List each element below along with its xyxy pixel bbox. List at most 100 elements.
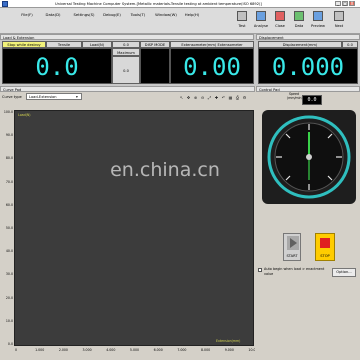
y-tick-label: 30.0 <box>5 272 13 277</box>
extensometer-unit-label: Extensometer(mm) <box>181 43 217 47</box>
data-icon <box>294 11 304 21</box>
chevron-down-icon: ▾ <box>76 95 78 99</box>
watermark: en.china.cn <box>110 159 220 181</box>
marker-icon[interactable]: ✚ <box>214 95 219 100</box>
load-unit-label: Load(N) <box>82 41 112 48</box>
stop-label: STOP <box>320 254 330 258</box>
close-button[interactable]: X <box>349 1 355 6</box>
displacement-unit-label: Displacement(mm) <box>258 41 342 48</box>
speed-value: 0.0 <box>307 97 317 103</box>
curve-type-label: Curve type <box>2 95 22 99</box>
load-value: 0.0 <box>35 53 79 81</box>
y-tick-label: 40.0 <box>5 249 13 254</box>
menu-file[interactable]: File(F) <box>18 10 36 20</box>
toolbar-analyse-button[interactable]: Analyse <box>252 10 270 32</box>
toolbar-test-button[interactable]: Test <box>233 10 251 32</box>
close-doc-icon <box>275 11 285 21</box>
displacement-value: 0.000 <box>271 53 345 81</box>
zoom-fit-icon[interactable]: ⤢ <box>207 95 212 100</box>
start-label: START <box>286 254 298 258</box>
stop-icon <box>320 238 330 248</box>
y-tick-label: 20.0 <box>5 295 13 300</box>
x-tick-label: 5.000 <box>129 348 140 352</box>
x-tick-label: 0 <box>14 348 18 352</box>
maximum-label: Maximum <box>112 48 140 56</box>
y-tick-label: 50.0 <box>5 226 13 230</box>
y-tick-label: 90.0 <box>5 133 13 138</box>
zoom-out-icon[interactable]: ⊖ <box>200 95 205 100</box>
displacement-display: 0.000 <box>258 48 358 84</box>
minimize-button[interactable]: _ <box>335 1 341 6</box>
stop-button[interactable]: STOP <box>315 233 335 261</box>
next-icon <box>334 11 344 21</box>
y-tick-label: 70.0 <box>5 179 13 184</box>
test-icon <box>237 11 247 21</box>
speed-display[interactable]: 0.0 <box>302 95 322 105</box>
print-icon[interactable]: ⎙ <box>235 95 240 100</box>
toolbar-data-label: Data <box>294 24 304 28</box>
toolbar-close-label: Close <box>275 24 285 28</box>
x-tick-label: 9.000 <box>224 348 234 352</box>
x-axis-label: Extension(mm) <box>216 339 241 343</box>
start-button[interactable]: START <box>283 233 301 261</box>
toolbar-close-button[interactable]: Close <box>271 10 289 32</box>
toolbar-analyse-label: Analyse <box>253 24 269 28</box>
load-zero-value[interactable]: 0.0 <box>112 41 140 48</box>
menu-debug[interactable]: Debug(E) <box>100 10 124 20</box>
menu-tools[interactable]: Tools(T) <box>128 10 148 20</box>
window-title: Universal Testing Machine Computer Syste… <box>55 2 262 6</box>
curve-type-select[interactable]: Load-Extension ▾ <box>26 93 82 100</box>
extension-value: 0.00 <box>183 53 241 81</box>
disp-mode-label[interactable]: DISP MODE <box>140 41 170 48</box>
disp-mode-display <box>140 48 170 84</box>
curve-type-value: Load-Extension <box>29 95 57 99</box>
cursor-icon[interactable]: ↖ <box>179 95 184 100</box>
dial-panel <box>262 110 356 204</box>
x-tick-label: 2.000 <box>58 348 68 352</box>
extension-display: 0.00 <box>170 48 254 84</box>
extensometer-label: Extensometer(mm) Extensometer <box>170 41 254 48</box>
preview-icon <box>313 11 323 21</box>
speed-dial-icon <box>267 115 351 199</box>
y-tick-label: 100.0 <box>3 110 13 114</box>
menu-window[interactable]: Window(W) <box>153 10 179 20</box>
x-tick-label: 3.000 <box>82 348 92 352</box>
curve-plot[interactable] <box>14 110 254 346</box>
load-display: 0.0 <box>2 48 112 84</box>
play-icon <box>287 236 299 250</box>
displacement-zero-value[interactable]: 0.0 <box>342 41 358 48</box>
maximum-value: 0.0 <box>112 56 140 84</box>
y-tick-label: 80.0 <box>5 156 13 161</box>
toolbar-test-label: Test <box>238 24 246 28</box>
menu-help[interactable]: Help(H) <box>182 10 202 20</box>
test-mode-label: Tensile <box>46 41 82 48</box>
x-tick-label: 6.000 <box>153 348 163 352</box>
speed-label: Speed (mm/min) <box>287 92 303 100</box>
curve-pad-header: Curve Pad <box>0 86 255 92</box>
toolbar-data-button[interactable]: Data <box>290 10 308 32</box>
toolbar-next-button[interactable]: Next <box>330 10 348 32</box>
x-tick-label: 4.000 <box>106 348 116 352</box>
x-tick-label: 7.000 <box>177 348 187 352</box>
undo-icon[interactable]: ↶ <box>221 95 226 100</box>
settings-icon[interactable]: ⚙ <box>242 95 247 100</box>
menu-data[interactable]: Data(D) <box>44 10 62 20</box>
maximize-button[interactable]: □ <box>342 1 348 6</box>
zoom-in-icon[interactable]: ⊕ <box>193 95 198 100</box>
grid-icon[interactable]: ▦ <box>228 95 233 100</box>
app-icon <box>2 1 8 7</box>
displacement-header: Displacement <box>256 34 360 40</box>
move-icon[interactable]: ✥ <box>186 95 191 100</box>
option-button[interactable]: Option... <box>332 268 356 277</box>
load-extension-header: Load & Extension <box>0 34 254 40</box>
analyse-icon <box>256 11 266 21</box>
extensometer-name-label: Extensometer <box>217 43 243 47</box>
x-tick-label: 8.000 <box>201 348 211 352</box>
stop-while-destroy-toggle[interactable]: Stop while destroy <box>2 41 46 48</box>
auto-begin-checkbox[interactable] <box>258 268 262 272</box>
menu-settings[interactable]: Settings(S) <box>70 10 98 20</box>
y-tick-label: 10.0 <box>5 318 13 323</box>
y-axis-label: Load(N) <box>18 113 31 117</box>
toolbar-preview-button[interactable]: Preview <box>309 10 327 32</box>
y-tick-label: 0.0 <box>7 342 13 346</box>
